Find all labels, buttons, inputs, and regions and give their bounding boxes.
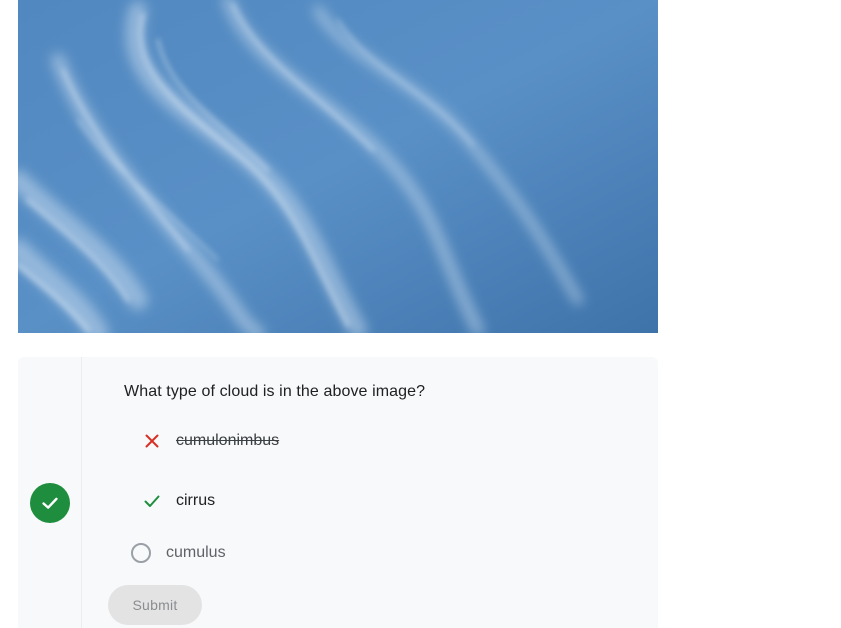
option-label: cumulus [166, 544, 226, 561]
quiz-card: What type of cloud is in the above image… [18, 357, 658, 628]
correct-status-icon [30, 483, 70, 523]
option-cumulus[interactable]: cumulus [131, 541, 226, 565]
option-cirrus[interactable]: cirrus [142, 489, 215, 513]
page: What type of cloud is in the above image… [0, 0, 841, 628]
check-icon [42, 497, 58, 509]
submit-button[interactable]: Submit [108, 585, 202, 625]
question-text: What type of cloud is in the above image… [124, 383, 426, 400]
option-cumulonimbus[interactable]: cumulonimbus [142, 429, 279, 453]
option-label: cirrus [176, 492, 216, 509]
status-rail [18, 357, 82, 628]
check-icon [142, 491, 162, 511]
x-icon [142, 431, 162, 451]
radio-icon[interactable] [131, 543, 151, 563]
cloud-image [18, 0, 658, 333]
option-label: cumulonimbus [176, 432, 280, 449]
cloud-streaks [18, 0, 658, 333]
